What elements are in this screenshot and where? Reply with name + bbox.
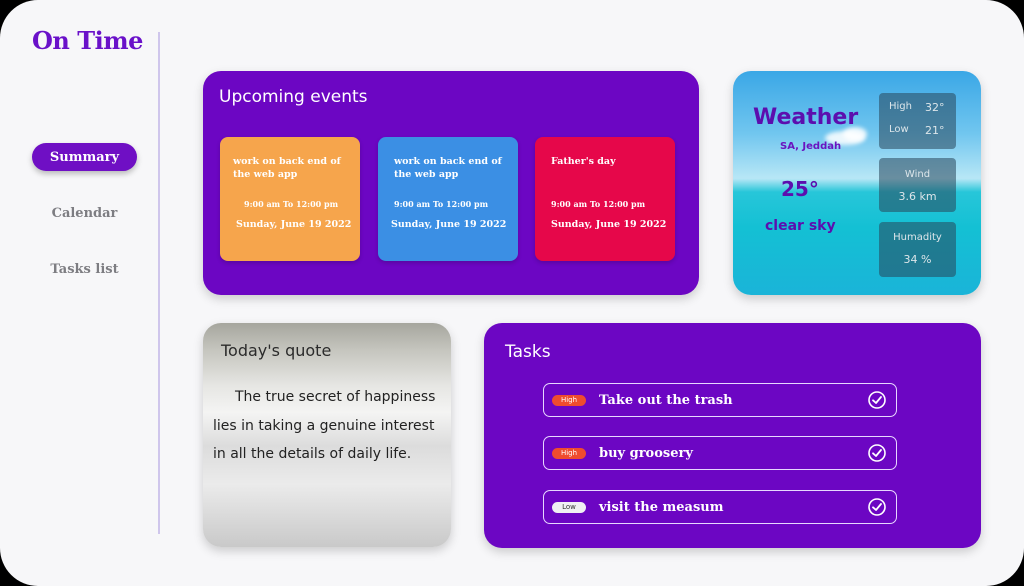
priority-badge: High xyxy=(552,394,586,406)
tasks-card: Tasks High Take out the trash High buy g… xyxy=(484,323,981,548)
priority-badge: High xyxy=(552,447,586,459)
task-item[interactable]: Low visit the measum xyxy=(543,490,897,524)
event-title: work on back end of the web app xyxy=(394,156,502,180)
quote-card: Today's quote The true secret of happine… xyxy=(203,323,451,547)
high-low-panel: High 32° Low 21° xyxy=(879,93,956,149)
quote-text: The true secret of happiness lies in tak… xyxy=(213,389,436,462)
nav-summary[interactable]: Summary xyxy=(32,143,137,171)
event-date: Sunday, June 19 2022 xyxy=(551,219,667,230)
app-window: On Time Summary Calendar Tasks list Upco… xyxy=(0,0,1024,586)
tasks-title: Tasks xyxy=(505,342,551,362)
event-time: 9:00 am To 12:00 pm xyxy=(244,199,339,209)
upcoming-events-title: Upcoming events xyxy=(219,87,368,107)
nav-tasks-list[interactable]: Tasks list xyxy=(32,255,137,283)
task-label: buy groosery xyxy=(599,445,693,461)
app-logo: On Time xyxy=(32,26,143,55)
task-item[interactable]: High Take out the trash xyxy=(543,383,897,417)
event-card[interactable]: Father's day 9:00 am To 12:00 pm Sunday,… xyxy=(535,137,675,261)
event-card[interactable]: work on back end of the web app 9:00 am … xyxy=(220,137,360,261)
check-circle-icon[interactable] xyxy=(868,498,886,516)
low-value: 21° xyxy=(925,124,945,137)
event-time: 9:00 am To 12:00 pm xyxy=(551,199,646,209)
event-date: Sunday, June 19 2022 xyxy=(391,219,507,230)
event-title: Father's day xyxy=(551,156,616,167)
event-time: 9:00 am To 12:00 pm xyxy=(394,199,489,209)
humidity-value: 34 % xyxy=(903,253,932,266)
weather-card: Weather SA, Jeddah 25° clear sky High 32… xyxy=(733,71,981,295)
nav-calendar[interactable]: Calendar xyxy=(32,199,137,227)
high-value: 32° xyxy=(925,101,945,114)
check-circle-icon[interactable] xyxy=(868,391,886,409)
task-label: visit the measum xyxy=(599,499,724,515)
task-label: Take out the trash xyxy=(599,392,733,408)
low-label: Low xyxy=(889,124,909,135)
event-card[interactable]: work on back end of the web app 9:00 am … xyxy=(378,137,518,261)
check-circle-icon[interactable] xyxy=(868,444,886,462)
quote-title: Today's quote xyxy=(221,341,332,360)
high-label: High xyxy=(889,101,912,112)
wind-value: 3.6 km xyxy=(898,190,937,203)
humidity-label: Humadity xyxy=(893,232,942,243)
task-item[interactable]: High buy groosery xyxy=(543,436,897,470)
weather-location: SA, Jeddah xyxy=(780,141,842,152)
sidebar-divider xyxy=(158,32,160,534)
weather-title: Weather xyxy=(753,105,859,130)
upcoming-events-card: Upcoming events work on back end of the … xyxy=(203,71,699,295)
wind-label: Wind xyxy=(904,169,931,180)
event-date: Sunday, June 19 2022 xyxy=(236,219,352,230)
weather-temperature: 25° xyxy=(781,177,819,201)
humidity-panel: Humadity 34 % xyxy=(879,222,956,277)
event-title: work on back end of the web app xyxy=(233,156,341,180)
priority-badge: Low xyxy=(552,501,586,513)
weather-description: clear sky xyxy=(765,218,836,234)
wind-panel: Wind 3.6 km xyxy=(879,158,956,212)
